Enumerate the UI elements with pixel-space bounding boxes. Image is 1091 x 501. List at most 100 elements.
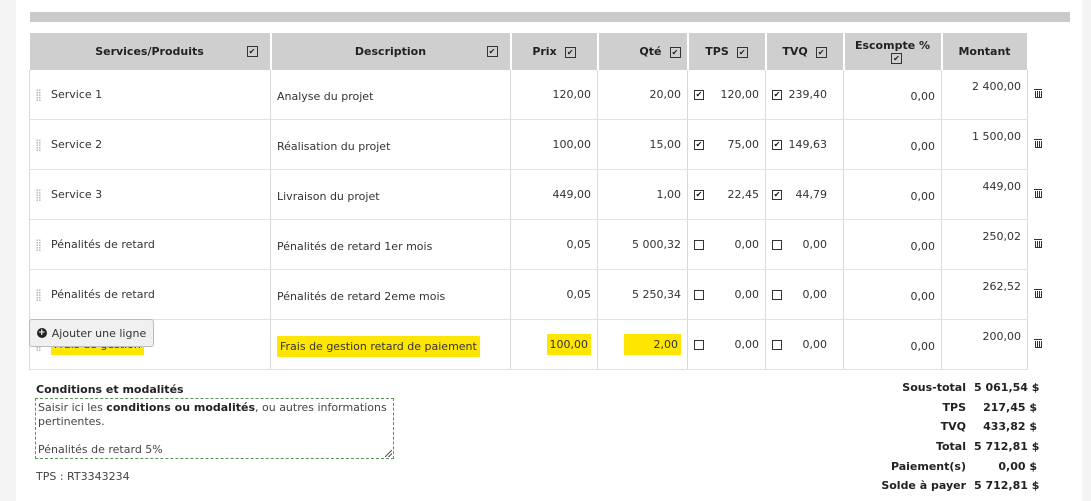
column-visibility-checkbox[interactable]: ✔ [815, 46, 827, 58]
column-visibility-checkbox[interactable]: ✔ [486, 46, 498, 57]
column-header-5: TVQ ✔ [765, 33, 845, 70]
price-cell[interactable]: 100,00 [510, 319, 598, 370]
amount-cell: 250,02 [941, 219, 1028, 270]
totals-label: TVQ [940, 420, 966, 434]
service-cell[interactable]: Pénalités de retard [29, 269, 271, 320]
drag-handle-icon[interactable] [36, 139, 41, 151]
discount-value: 0,00 [910, 240, 936, 253]
section-divider-bar [30, 12, 1070, 22]
column-visibility-checkbox[interactable]: ✔ [246, 46, 258, 57]
column-visibility-checkbox[interactable]: ✔ [891, 53, 902, 64]
drag-handle-icon[interactable] [36, 89, 41, 101]
quantity-cell[interactable]: 5 250,34 [597, 269, 688, 320]
column-header-0: Services/Produits ✔ [29, 33, 272, 70]
description-cell[interactable]: Pénalités de retard 1er mois [270, 219, 511, 270]
amount-cell: 449,00 [941, 169, 1028, 220]
totals-row: Paiement(s) 0,00 $ [881, 456, 1037, 476]
tvq-checkbox[interactable] [772, 339, 782, 350]
discount-value: 0,00 [910, 140, 936, 153]
service-cell[interactable]: Pénalités de retard [29, 219, 271, 270]
delete-row-button[interactable] [1028, 170, 1061, 220]
tvq-cell: 0,00 [765, 269, 844, 320]
tvq-value: 0,00 [802, 288, 828, 301]
conditions-title: Conditions et modalités [36, 383, 184, 396]
tps-checkbox[interactable]: ✔ [694, 189, 704, 200]
delete-row-button[interactable] [1028, 320, 1061, 370]
tps-value: 75,00 [727, 138, 760, 151]
price-cell[interactable]: 0,05 [510, 269, 598, 320]
drag-handle-icon[interactable] [36, 189, 41, 201]
quantity-cell[interactable]: 15,00 [597, 119, 688, 170]
add-line-button[interactable]: + Ajouter une ligne [29, 319, 154, 347]
service-cell[interactable]: Service 3 [29, 169, 271, 220]
column-header-label: TVQ [782, 45, 808, 58]
description-text: Pénalités de retard 1er mois [277, 240, 433, 253]
amount-cell: 1 500,00 [941, 119, 1028, 170]
tps-checkbox[interactable] [694, 289, 704, 300]
description-cell[interactable]: Analyse du projet [270, 70, 511, 120]
quantity-cell[interactable]: 20,00 [597, 70, 688, 120]
discount-cell[interactable]: 0,00 [843, 269, 942, 320]
price-cell[interactable]: 100,00 [510, 119, 598, 170]
page-scrollbar[interactable] [1082, 0, 1091, 501]
discount-cell[interactable]: 0,00 [843, 70, 942, 120]
tvq-value: 44,79 [795, 188, 828, 201]
tvq-value: 0,00 [802, 238, 828, 251]
service-cell[interactable]: Service 2 [29, 119, 271, 170]
description-text: Réalisation du projet [277, 140, 391, 153]
tps-checkbox[interactable]: ✔ [694, 89, 704, 100]
delete-row-button[interactable] [1028, 70, 1061, 120]
description-cell[interactable]: Pénalités de retard 2eme mois [270, 269, 511, 320]
price-value: 0,05 [566, 238, 592, 251]
tps-checkbox[interactable] [694, 339, 704, 350]
tvq-checkbox[interactable]: ✔ [772, 139, 782, 150]
tvq-checkbox[interactable] [772, 239, 782, 250]
quantity-value: 1,00 [656, 188, 682, 201]
tvq-checkbox[interactable]: ✔ [772, 89, 782, 100]
drag-handle-icon[interactable] [36, 239, 41, 251]
tvq-checkbox[interactable] [772, 289, 782, 300]
resize-handle-icon[interactable] [385, 450, 392, 457]
tps-registration-number: TPS : RT3343234 [36, 470, 130, 483]
price-cell[interactable]: 120,00 [510, 70, 598, 120]
drag-handle-icon[interactable] [36, 289, 41, 301]
tvq-cell: ✔ 44,79 [765, 169, 844, 220]
service-cell[interactable]: Service 1 [29, 70, 271, 120]
description-cell[interactable]: Réalisation du projet [270, 119, 511, 170]
discount-cell[interactable]: 0,00 [843, 319, 942, 370]
table-header-row: Services/Produits ✔ Description ✔ Prix ✔ Qté ✔ T… [29, 33, 1061, 70]
amount-value: 2 400,00 [972, 80, 1021, 93]
column-header-6: Escompte %✔ [843, 33, 943, 70]
tps-value: 22,45 [727, 188, 760, 201]
totals-row: TVQ 433,82 $ [881, 417, 1037, 437]
totals-row: Total 5 712,81 $ [881, 437, 1039, 457]
description-cell[interactable]: Frais de gestion retard de paiement [270, 319, 511, 370]
tps-checkbox[interactable] [694, 239, 704, 250]
discount-cell[interactable]: 0,00 [843, 169, 942, 220]
column-header-label: TPS [705, 45, 729, 58]
conditions-textarea[interactable]: Saisir ici les conditions ou modalités, … [35, 398, 394, 459]
delete-row-button[interactable] [1028, 270, 1061, 320]
column-visibility-checkbox[interactable]: ✔ [736, 46, 748, 58]
totals-summary: Sous-total 5 061,54 $ TPS 217,45 $ TVQ 433,82… [881, 378, 1039, 496]
totals-row: Solde à payer 5 712,81 $ [881, 476, 1039, 496]
description-cell[interactable]: Livraison du projet [270, 169, 511, 220]
column-visibility-checkbox[interactable]: ✔ [669, 46, 681, 58]
tps-checkbox[interactable]: ✔ [694, 139, 704, 150]
discount-value: 0,00 [910, 340, 936, 353]
discount-cell[interactable]: 0,00 [843, 219, 942, 270]
price-cell[interactable]: 449,00 [510, 169, 598, 220]
discount-cell[interactable]: 0,00 [843, 119, 942, 170]
column-visibility-checkbox[interactable]: ✔ [564, 46, 576, 58]
description-text: Livraison du projet [277, 190, 380, 203]
quantity-cell[interactable]: 5 000,32 [597, 219, 688, 270]
tvq-checkbox[interactable]: ✔ [772, 189, 782, 200]
plus-circle-icon: + [36, 328, 47, 338]
quantity-cell[interactable]: 2,00 [597, 319, 688, 370]
amount-cell: 2 400,00 [941, 70, 1028, 120]
delete-row-button[interactable] [1028, 220, 1061, 270]
price-cell[interactable]: 0,05 [510, 219, 598, 270]
delete-row-button[interactable] [1028, 120, 1061, 170]
quantity-cell[interactable]: 1,00 [597, 169, 688, 220]
totals-label: Sous-total [902, 381, 966, 395]
